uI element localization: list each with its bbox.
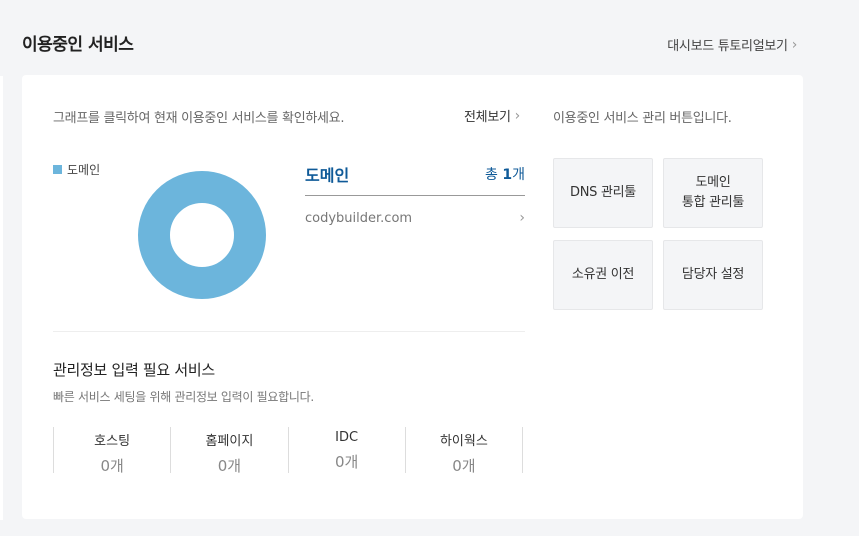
domain-list-item[interactable]: codybuilder.com ›: [305, 210, 525, 226]
services-card: 그래프를 클릭하여 현재 이용중인 서비스를 확인하세요. 전체보기 › 도메인…: [22, 75, 803, 519]
domain-panel-title: 도메인: [305, 166, 350, 185]
view-all-link[interactable]: 전체보기 ›: [464, 106, 521, 126]
ownership-transfer-button[interactable]: 소유권 이전: [553, 240, 653, 310]
domain-panel: 도메인 총 1개 codybuilder.com ›: [305, 162, 525, 226]
legend-label: 도메인: [67, 163, 101, 177]
required-info-stats: 호스팅 0개 홈페이지 0개 IDC 0개 하이웍스 0개: [53, 427, 523, 475]
stat-homepage[interactable]: 홈페이지 0개: [171, 427, 289, 475]
stat-hosting[interactable]: 호스팅 0개: [54, 427, 172, 475]
stat-label: IDC: [335, 430, 359, 445]
stat-hiworks[interactable]: 하이웍스 0개: [406, 427, 523, 475]
stat-value: 0개: [217, 457, 242, 475]
stat-idc[interactable]: IDC 0개: [289, 427, 406, 473]
chevron-right-icon: ›: [514, 107, 521, 124]
stat-label: 하이웍스: [439, 434, 488, 449]
stat-value: 0개: [452, 457, 476, 475]
stat-label: 홈페이지: [205, 434, 254, 449]
domain-count: 총 1개: [485, 164, 525, 184]
tutorial-link[interactable]: 대시보드 튜토리얼보기 ›: [667, 35, 798, 55]
domain-manager-button[interactable]: 도메인 통합 관리툴: [663, 158, 763, 228]
management-description: 이용중인 서비스 관리 버튼입니다.: [553, 111, 732, 126]
chart-legend: 도메인: [53, 161, 100, 178]
required-info-title: 관리정보 입력 필요 서비스: [53, 361, 215, 379]
required-info-subtitle: 빠른 서비스 세팅을 위해 관리정보 입력이 필요합니다.: [53, 390, 314, 404]
tutorial-link-label: 대시보드 튜토리얼보기: [667, 39, 788, 54]
stat-label: 호스팅: [94, 434, 131, 449]
page-title: 이용중인 서비스: [22, 35, 134, 55]
domain-count-value: 1: [502, 167, 513, 183]
domain-count-prefix: 총: [485, 167, 498, 183]
domain-panel-header: 도메인 총 1개: [305, 162, 525, 196]
legend-swatch: [53, 165, 62, 174]
domain-count-suffix: 개: [512, 167, 525, 183]
chevron-right-icon: ›: [791, 36, 798, 53]
domain-name: codybuilder.com: [305, 210, 413, 226]
donut-slice-1[interactable]: [138, 171, 266, 299]
stat-value: 0개: [334, 453, 359, 471]
left-edge-panel: [0, 76, 3, 520]
dns-manager-button[interactable]: DNS 관리툴: [553, 158, 653, 228]
view-all-label: 전체보기: [464, 110, 511, 125]
chart-instruction: 그래프를 클릭하여 현재 이용중인 서비스를 확인하세요.: [53, 111, 345, 126]
contact-settings-button[interactable]: 담당자 설정: [663, 240, 763, 310]
chevron-right-icon: ›: [519, 210, 525, 226]
section-divider: [53, 331, 525, 332]
stat-value: 0개: [100, 457, 124, 475]
services-donut-chart[interactable]: [137, 170, 267, 300]
